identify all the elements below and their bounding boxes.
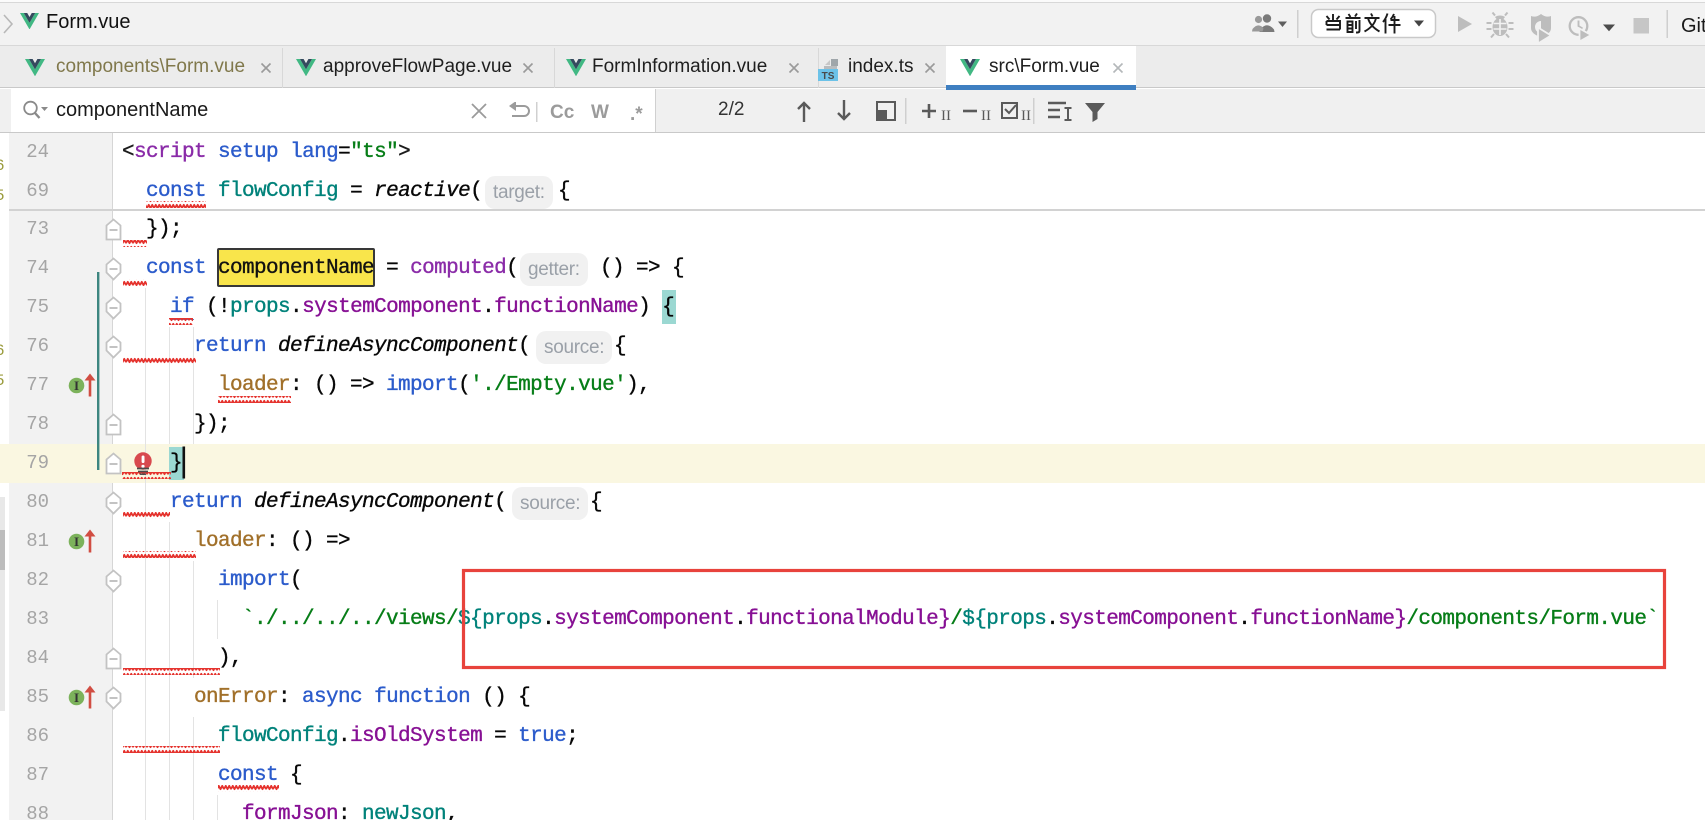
svg-text:I: I [74, 378, 79, 393]
svg-text:I: I [74, 690, 79, 705]
svg-text:I: I [74, 534, 79, 549]
